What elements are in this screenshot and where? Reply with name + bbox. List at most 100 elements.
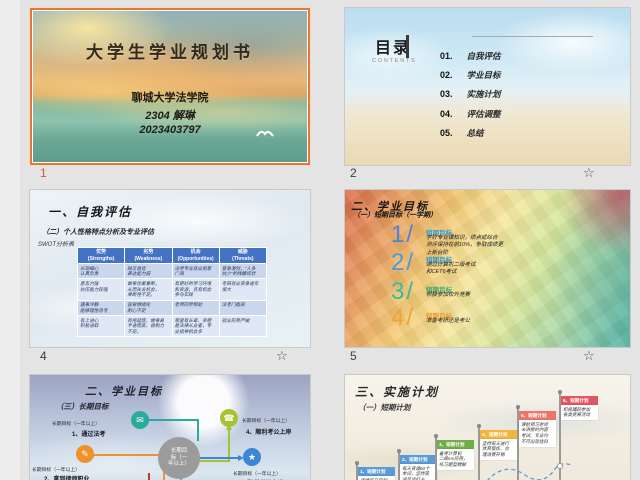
slash-mark: / [406, 278, 413, 305]
toc-item-number: 02. [440, 70, 462, 80]
big-number: 1 [391, 221, 404, 248]
table-cell: 容易情绪化 耐心不足 [125, 300, 172, 315]
toc-item-label: 实施计划 [466, 89, 500, 99]
table-caption: SWOT分析表 [38, 239, 74, 248]
node-tag: 长期目标（一年以上） [233, 470, 281, 477]
goal-item-1-number: 1/ [391, 223, 413, 247]
table-cell: 家里有长辈、亲朋 是法律从业者，专 业指导机会多 [172, 316, 219, 337]
slash-mark: / [406, 221, 413, 248]
plan-flag-6: 6、短期计划 积极踊跃参加 各类竞赛活动 [561, 396, 598, 420]
goal-item-4-text: 准备考研还是考公 [426, 318, 470, 325]
toc-item-5: 05. 总结 [440, 123, 483, 135]
star-icon[interactable]: ☆ [583, 349, 595, 362]
swot-header-row: 优势 (Strengths) 劣势 (Weakness) 机会 (Opportu… [78, 248, 267, 264]
table-cell: 法学专业就业前景 广阔 [172, 264, 219, 279]
slide-thumbnail-2[interactable]: 目录 CONTENTS 01. 自我评估 02. 学业目标 03. 实施计划 0… [345, 8, 630, 165]
node-tag: 长期目标（一年以上） [32, 466, 80, 473]
toc-item-label: 评估调整 [466, 109, 500, 119]
star-glyph-icon: ★ [248, 452, 256, 463]
phone-icon: ☎ [223, 413, 234, 424]
pole-dot [397, 449, 401, 453]
presentation-title: 大学生学业规划书 [32, 38, 308, 63]
big-number: 4 [391, 304, 404, 331]
flag-body: 课前预习老师 未讲授的内容 考试、专业均 不可出现挂科 [519, 420, 556, 447]
toc-item-label: 总结 [466, 128, 483, 138]
flag-body: 每天背诵60个 单词，坚持英 语早读打卡 [400, 464, 437, 480]
slide-number-4: 4 [40, 349, 47, 363]
swot-header-opportunities: 机会 (Opportunities) [172, 248, 219, 264]
plan-flag-5: 5、短期计划 课前预习老师 未讲授的内容 考试、专业均 不可出现挂科 [519, 411, 556, 447]
mindmap-node-circle: ✎ [76, 445, 94, 463]
pencil-icon: ✎ [81, 449, 89, 460]
connector-line [148, 473, 150, 480]
toc-item-label: 自我评估 [466, 51, 500, 61]
slide-thumbnail-1[interactable]: 大学生学业规划书 聊城大学法学院 2304 解琳 2023403797 [30, 8, 310, 165]
flag-title: 6、短期计划 [561, 396, 598, 405]
table-cell: 老师同学帮助 [172, 300, 219, 315]
connector-line [94, 454, 165, 456]
toc-item-4: 04. 评估调整 [440, 104, 500, 116]
table-cell: 竞争激烈，“人多 坑少”的残酷现状 [219, 264, 266, 279]
toc-item-1: 01. 自我评估 [440, 46, 500, 58]
toc-item-number: 01. [440, 51, 462, 61]
node-goal: 1、通过法考 [72, 429, 105, 438]
school-name: 聊城大学法学院 [32, 89, 308, 105]
node-goal: 4、顺利考公上岸 [246, 427, 291, 436]
toc-item-label: 学业目标 [466, 70, 500, 80]
flag-body: 坚持每天进行 体育锻炼，合 理消费开销 [480, 439, 517, 461]
pole-dot [355, 461, 359, 465]
table-row: 遇事冷静 能够理性思考 容易情绪化 耐心不足 老师同学帮助 法考门槛高 [78, 300, 267, 315]
swot-header-strengths: 优势 (Strengths) [78, 248, 125, 264]
goal-item-3-text: 积极参加校外竞赛 [426, 292, 470, 299]
slide-number-5: 5 [350, 349, 357, 363]
table-cell: 有更好的学习环境 和资源，且有机会 参与实践 [172, 279, 219, 300]
table-cell: 遇事冷静 能够理性思考 [78, 300, 125, 315]
slash-mark: / [406, 304, 413, 331]
goal-item-2-text: 通过计算机二级考试 和CET6考试 [426, 262, 476, 277]
toc-item-2: 02. 学业目标 [440, 65, 500, 77]
big-number: 3 [391, 278, 404, 305]
pole-ring [557, 463, 563, 469]
goal-item-4-number: 4/ [391, 306, 413, 330]
pole-dot [516, 405, 520, 409]
slash-mark: / [406, 249, 413, 276]
section-subtitle: （二）个人性格特点分析及专业评估 [42, 227, 154, 237]
table-cell: 就业形势严峻 [219, 316, 266, 337]
node-goal: 2、拿到律师职业 资格证 [44, 474, 89, 480]
mindmap-node-circle: ★ [243, 448, 261, 466]
pole-dot [477, 424, 481, 428]
mindmap-node-circle: ✉ [131, 411, 149, 429]
slide-number-2: 2 [350, 166, 357, 180]
section-subtitle: （三）长期目标 [56, 401, 109, 412]
flag-body: 积极踊跃参加 各类竞赛活动 [561, 405, 598, 421]
slide-thumbnail-4[interactable]: 一、自我评估 （二）个人性格特点分析及专业评估 SWOT分析表 优势 (Stre… [30, 190, 310, 347]
class-author: 2304 解琳 [32, 107, 308, 123]
table-row: 有上进心 积极进取 有拖延症，做事易 半途而废，自制力 不足。 家里有长辈、亲朋… [78, 316, 267, 337]
flag-title: 2、短期计划 [400, 455, 437, 464]
flag-title: 3、短期计划 [437, 440, 474, 449]
slide-thumbnail-7[interactable]: 三、实施计划 （一）短期计划 1、短期计划 坚持每日早起 背诵专业知识 2、短期… [345, 375, 630, 480]
table-cell: 法考门槛高 [219, 300, 266, 315]
swot-header-weakness: 劣势 (Weakness) [125, 248, 172, 264]
connector-line [149, 419, 199, 421]
table-cell: 缺乏自信 表达能力弱 [125, 264, 172, 279]
flag-title: 1、短期计划 [358, 467, 395, 476]
star-icon[interactable]: ☆ [276, 349, 288, 362]
slide-thumbnail-6[interactable]: 二、学业目标 （三）长期目标 长期目 标（一 年以上） ✉ 长期目标（一年以上）… [30, 375, 310, 480]
mindmap-center-node: 长期目 标（一 年以上） [158, 437, 200, 479]
connector-line [197, 419, 199, 441]
table-cell: 考研就业竞争逐年 增大 [219, 279, 266, 300]
toc-item-number: 04. [440, 109, 462, 119]
toc-item-3: 03. 实施计划 [440, 84, 500, 96]
plan-flag-2: 2、短期计划 每天背诵60个 单词，坚持英 语早读打卡 [400, 455, 437, 480]
plan-flag-4: 4、短期计划 坚持每天进行 体育锻炼，合 理消费开销 [480, 430, 517, 460]
section-title: 一、自我评估 [48, 203, 132, 220]
slide-thumbnail-5[interactable]: 二、学业目标 （一）短期目标（一学期） 1/ 短期目标 学好专业课知识，绩点或综… [345, 190, 630, 347]
swot-table: 优势 (Strengths) 劣势 (Weakness) 机会 (Opportu… [77, 247, 267, 337]
section-title: 三、实施计划 [355, 383, 439, 400]
star-icon[interactable]: ☆ [583, 166, 595, 179]
toc-subheading: CONTENTS [372, 58, 417, 64]
section-title: 二、学业目标 [85, 383, 163, 399]
flag-title: 5、短期计划 [519, 411, 556, 420]
big-number: 2 [391, 249, 404, 276]
